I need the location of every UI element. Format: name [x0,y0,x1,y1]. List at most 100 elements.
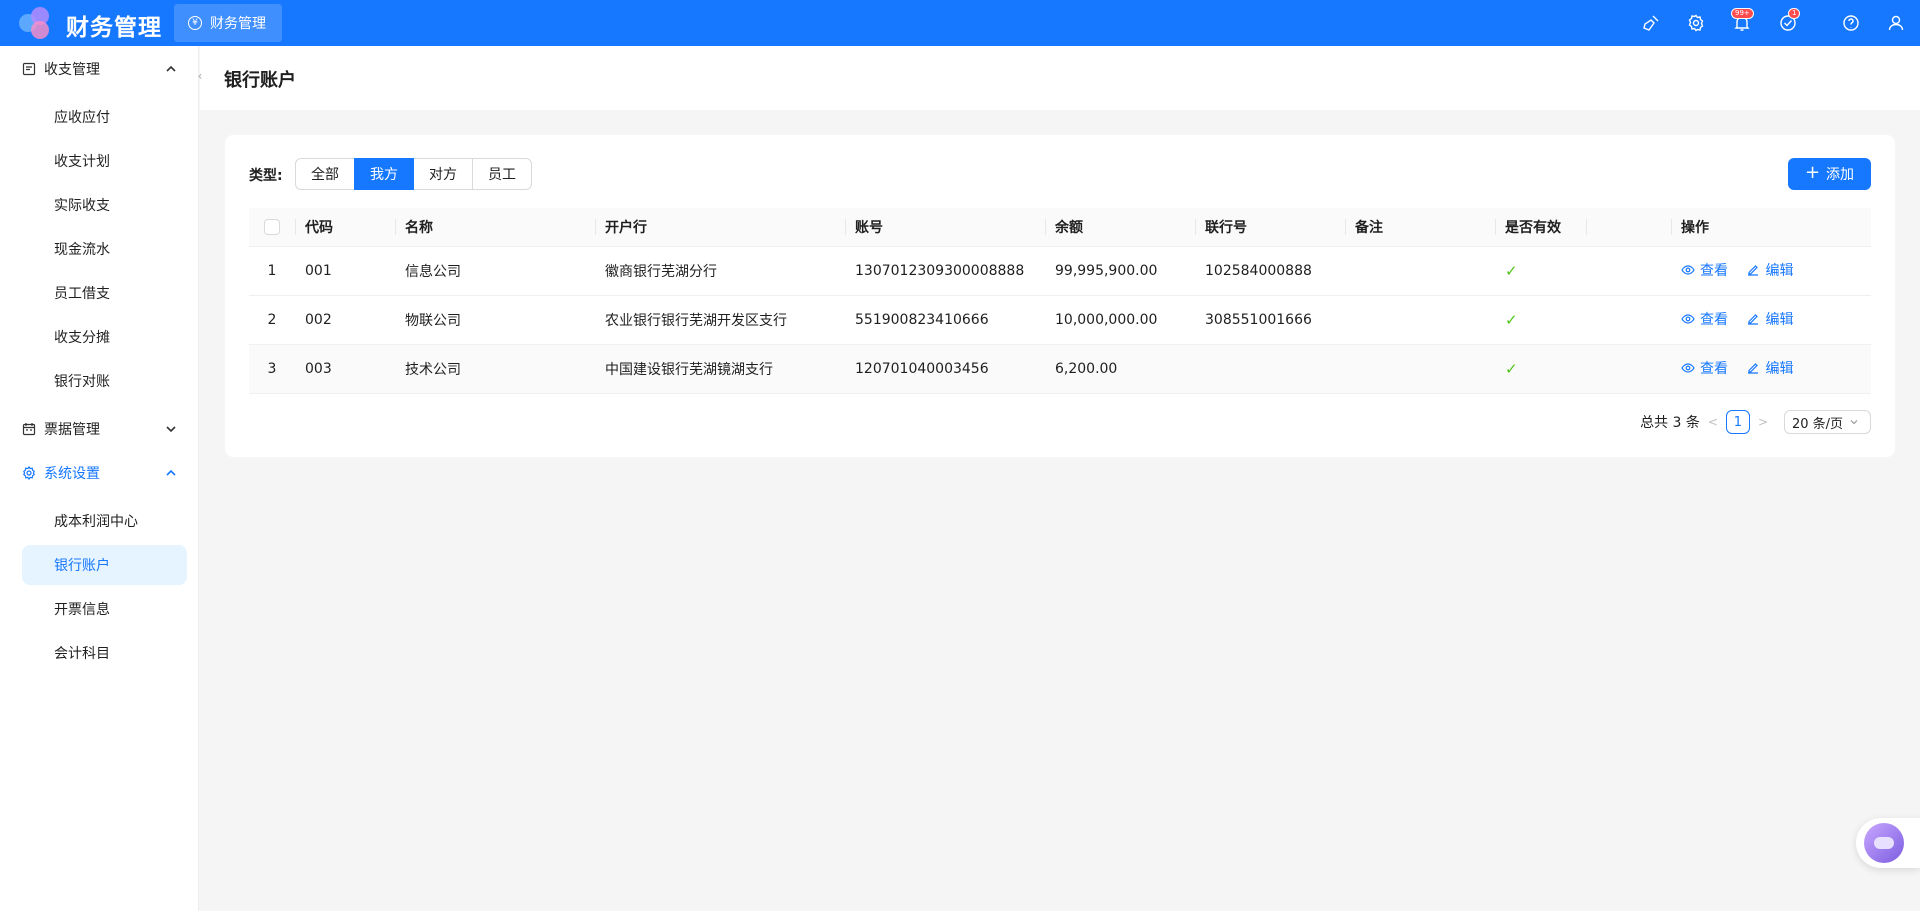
sidebar-item-accounting-subjects[interactable]: 会计科目 [22,633,187,673]
cell-balance: 99,995,900.00 [1045,246,1195,296]
sidebar: 收支管理 应收应付 收支计划 实际收支 现金流水 员工借支 收支分摊 银行对账 … [0,46,199,911]
column-header[interactable]: 代码 [295,208,395,247]
sidebar-group-settings[interactable]: 系统设置 [22,453,178,493]
sidebar-item-invoice-info[interactable]: 开票信息 [22,589,187,629]
sidebar-group-bills[interactable]: 票据管理 [22,409,178,449]
cell-bank: 农业银行银行芜湖开发区支行 [595,295,845,345]
next-page-icon[interactable]: > [1758,415,1768,429]
column-header[interactable]: 是否有效 [1495,208,1586,247]
column-header[interactable]: 账号 [845,208,1045,247]
view-label: 查看 [1700,361,1728,377]
eye-icon [1681,265,1695,275]
edit-label: 编辑 [1765,312,1794,328]
row-index: 3 [249,344,295,394]
type-filter-label: 类型: [249,168,283,184]
edit-button[interactable]: 编辑 [1746,358,1793,378]
page-number-current[interactable]: 1 [1725,410,1750,434]
type-option-counterparty[interactable]: 对方 [413,158,473,190]
view-button[interactable]: 查看 [1681,260,1728,280]
help-icon[interactable] [1842,14,1860,32]
yen-icon: ¥ [188,16,202,30]
calendar-icon [22,422,36,436]
cell-code: 001 [295,246,395,296]
table-row[interactable]: 2 002 物联公司 农业银行银行芜湖开发区支行 551900823410666… [249,295,1871,345]
sidebar-item-bank-accounts[interactable]: 银行账户 [22,545,187,585]
assistant-float-button[interactable] [1856,818,1920,868]
module-tab-finance[interactable]: ¥ 财务管理 [174,4,282,42]
type-option-all[interactable]: 全部 [295,158,355,190]
cell-name: 信息公司 [395,246,595,296]
view-button[interactable]: 查看 [1681,309,1728,329]
table-row[interactable]: 3 003 技术公司 中国建设银行芜湖镜湖支行 120701040003456 … [249,344,1871,394]
select-all-cell [249,208,295,247]
cell-spacer [1586,295,1671,345]
sidebar-item-cost-center[interactable]: 成本利润中心 [22,501,187,541]
cell-remark [1345,295,1495,345]
sidebar-item-reconciliation[interactable]: 银行对账 [22,361,187,401]
type-option-employee[interactable]: 员工 [472,158,532,190]
pagination-total: 总共 3 条 [1640,415,1700,431]
sidebar-collapse-icon[interactable]: ‹ [193,66,207,86]
user-icon[interactable] [1887,14,1905,32]
sidebar-item-cashflow[interactable]: 现金流水 [22,229,187,269]
edit-button[interactable]: 编辑 [1746,309,1793,329]
sidebar-group-income-expense[interactable]: 收支管理 [22,49,178,89]
assistant-avatar-icon [1864,823,1904,863]
select-all-checkbox[interactable] [264,218,280,235]
row-index: 1 [249,246,295,296]
column-header[interactable]: 名称 [395,208,595,247]
table-row[interactable]: 1 001 信息公司 徽商银行芜湖分行 1307012309300008888 … [249,246,1871,296]
task-badge: 1 [1788,8,1801,19]
valid-check-icon: ✓ [1495,344,1586,394]
notification-badge: 99+ [1731,8,1754,19]
cell-bank-code: 308551001666 [1195,295,1345,345]
sidebar-item-receivables[interactable]: 应收应付 [22,97,187,137]
add-button-label: 添加 [1826,167,1855,183]
cell-code: 003 [295,344,395,394]
chevron-up-icon [164,62,178,76]
bank-accounts-table: 代码 名称 开户行 账号 余额 联行号 备注 是否有效 操作 1 001 信息公… [249,208,1871,394]
edit-label: 编辑 [1765,361,1794,377]
column-header[interactable]: 开户行 [595,208,845,247]
page-title: 银行账户 [224,70,296,91]
column-header[interactable]: 联行号 [1195,208,1345,247]
broom-icon[interactable] [1642,14,1660,32]
bell-icon[interactable]: 99+ [1731,8,1754,32]
type-option-ours[interactable]: 我方 [354,158,414,190]
cell-bank: 徽商银行芜湖分行 [595,246,845,296]
cell-spacer [1586,246,1671,296]
edit-label: 编辑 [1765,263,1794,279]
valid-check-icon: ✓ [1495,246,1586,296]
row-index: 2 [249,295,295,345]
prev-page-icon[interactable]: < [1708,415,1718,429]
column-header[interactable]: 余额 [1045,208,1195,247]
sidebar-item-plan[interactable]: 收支计划 [22,141,187,181]
content-card: 类型: 全部 我方 对方 员工 + 添加 代码 名称 开户行 账号 余额 联行号… [225,135,1895,457]
app-logo-icon [14,3,56,43]
column-header [1586,208,1671,247]
cell-balance: 10,000,000.00 [1045,295,1195,345]
chevron-up-icon [164,466,178,480]
cell-account: 551900823410666 [845,295,1045,345]
gear-icon[interactable] [1687,14,1705,32]
edit-icon [1748,265,1759,276]
edit-button[interactable]: 编辑 [1746,260,1793,280]
sidebar-group-label: 系统设置 [44,466,100,482]
view-label: 查看 [1700,312,1728,328]
valid-check-icon: ✓ [1495,295,1586,345]
sidebar-item-allocation[interactable]: 收支分摊 [22,317,187,357]
cell-code: 002 [295,295,395,345]
view-button[interactable]: 查看 [1681,358,1728,378]
add-button[interactable]: + 添加 [1788,158,1871,190]
page-size-value: 20 条/页 [1792,416,1844,432]
task-check-icon[interactable]: 1 [1779,8,1801,32]
column-header: 操作 [1671,208,1871,247]
table-header-row: 代码 名称 开户行 账号 余额 联行号 备注 是否有效 操作 [249,208,1871,247]
sidebar-item-employee-loan[interactable]: 员工借支 [22,273,187,313]
sidebar-group-label: 票据管理 [44,422,100,438]
chevron-down-icon [1850,420,1858,425]
sidebar-item-actual[interactable]: 实际收支 [22,185,187,225]
cell-account: 120701040003456 [845,344,1045,394]
column-header[interactable]: 备注 [1345,208,1495,247]
page-size-select[interactable]: 20 条/页 [1784,410,1871,434]
